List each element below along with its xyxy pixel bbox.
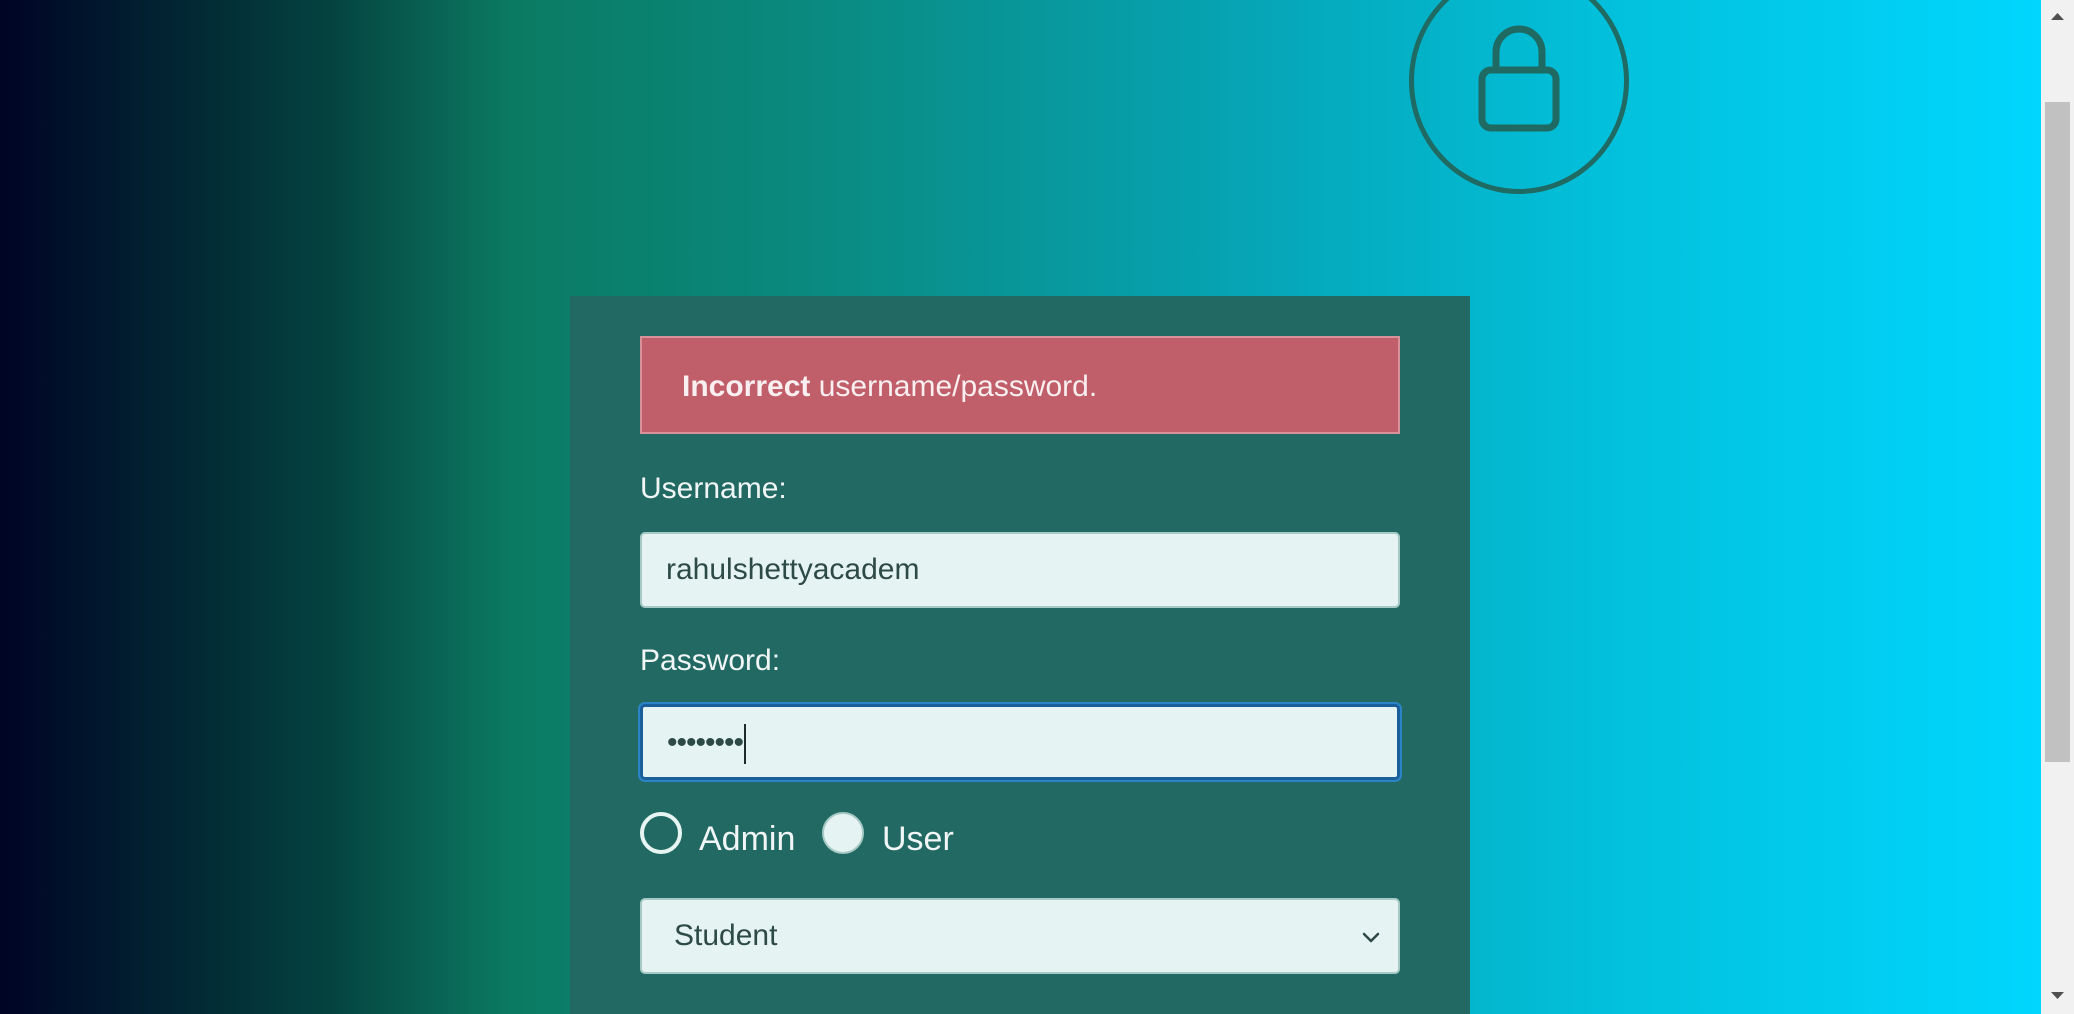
radio-user[interactable] bbox=[822, 812, 864, 854]
vertical-scrollbar[interactable] bbox=[2041, 0, 2074, 1014]
username-value: rahulshettyacadem bbox=[666, 553, 920, 586]
username-label: Username: bbox=[640, 472, 787, 505]
radio-user-label[interactable]: User bbox=[882, 820, 954, 859]
role-selected-value: Student bbox=[674, 919, 778, 952]
alert-message: username/password. bbox=[810, 370, 1098, 403]
scroll-down-arrow-icon[interactable] bbox=[2049, 990, 2066, 1002]
password-input[interactable]: •••••••• bbox=[640, 704, 1400, 780]
chevron-down-icon bbox=[1362, 932, 1380, 943]
scrollbar-thumb[interactable] bbox=[2045, 102, 2070, 762]
lock-icon bbox=[1478, 25, 1560, 132]
login-page: Incorrect username/password. Username: r… bbox=[0, 0, 2074, 1014]
username-input[interactable]: rahulshettyacadem bbox=[640, 532, 1400, 608]
radio-admin[interactable] bbox=[640, 812, 682, 854]
text-caret bbox=[744, 724, 747, 765]
password-label: Password: bbox=[640, 644, 781, 677]
password-value: •••••••• bbox=[667, 726, 744, 759]
scroll-up-arrow-icon[interactable] bbox=[2049, 10, 2066, 22]
radio-admin-label[interactable]: Admin bbox=[699, 820, 795, 859]
alert-strong-text: Incorrect bbox=[682, 370, 811, 403]
role-select[interactable]: Student bbox=[640, 898, 1400, 974]
error-alert: Incorrect username/password. bbox=[640, 336, 1400, 434]
